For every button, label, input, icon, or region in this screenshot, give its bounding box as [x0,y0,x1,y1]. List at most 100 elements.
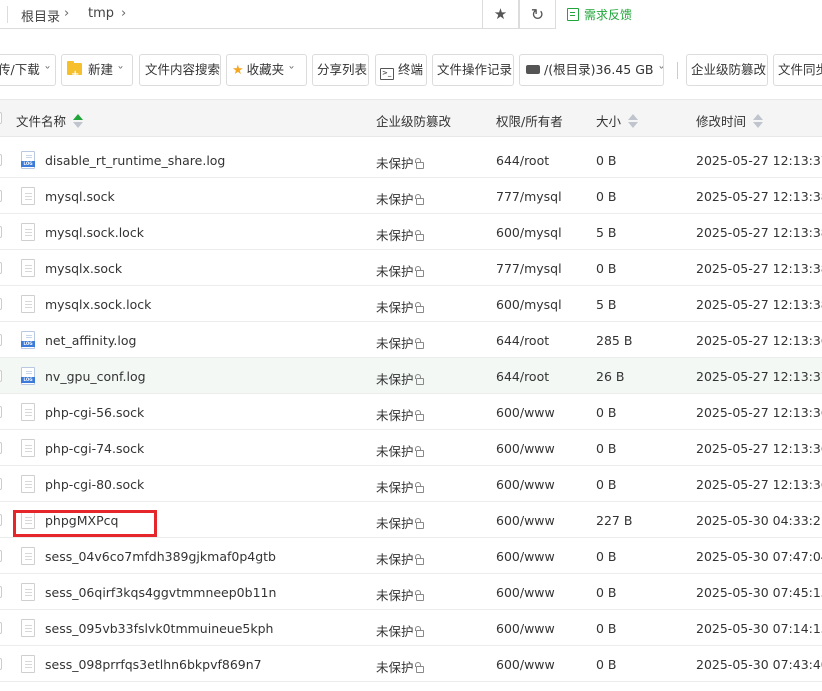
file-name[interactable]: php-cgi-80.sock [45,477,144,492]
path-box[interactable]: 根目录 › tmp › [0,0,483,29]
file-name[interactable]: sess_095vb33fslvk0tmmuineue5kph [45,621,273,636]
file-name[interactable]: nv_gpu_conf.log [45,369,146,384]
tamper-status[interactable]: 未保护 [376,549,424,568]
file-icon [21,187,35,205]
row-checkbox[interactable] [0,190,2,202]
row-checkbox[interactable] [0,514,2,526]
table-row[interactable]: php-cgi-74.sock 未保护 600/www 0 B 2025-05-27 1… [0,430,822,466]
disk-select-button[interactable]: /(根目录)36.45 GB ˅ [519,54,664,86]
lock-icon [414,194,424,205]
file-name[interactable]: mysqlx.sock.lock [45,297,151,312]
table-row[interactable]: mysqlx.sock 未保护 777/mysql 0 B 2025-05-27 12:… [0,250,822,286]
permission-owner[interactable]: 600/mysql [496,225,562,240]
modified-time: 2025-05-27 12:13:38 [696,225,822,240]
permission-owner[interactable]: 600/www [496,513,555,528]
file-name[interactable]: sess_06qirf3kqs4ggvtmmneep0b11n [45,585,276,600]
permission-owner[interactable]: 600/www [496,657,555,672]
permission-owner[interactable]: 600/www [496,405,555,420]
table-row[interactable]: LOG net_affinity.log 未保护 644/root 285 B 2025-… [0,322,822,358]
file-size: 0 B [596,585,617,600]
tamper-status[interactable]: 未保护 [376,369,424,388]
file-name[interactable]: sess_04v6co7mfdh389gjkmaf0p4gtb [45,549,276,564]
tamper-status[interactable]: 未保护 [376,297,424,316]
tamper-status-label: 未保护 [376,192,414,207]
tamper-status[interactable]: 未保护 [376,189,424,208]
share-list-button[interactable]: 分享列表 [312,54,369,86]
file-name[interactable]: php-cgi-74.sock [45,441,144,456]
row-checkbox[interactable] [0,550,2,562]
row-checkbox[interactable] [0,334,2,346]
breadcrumb-root[interactable]: 根目录 [21,6,60,25]
table-row[interactable]: LOG disable_rt_runtime_share.log 未保护 644/ro… [0,142,822,178]
permission-owner[interactable]: 600/www [496,477,555,492]
refresh-button[interactable]: ↻ [519,0,556,29]
file-icon [21,403,35,421]
upload-download-button[interactable]: 传/下载 ˅ [0,54,56,86]
new-button[interactable]: 新建˅ [61,54,133,86]
file-sync-button[interactable]: 文件同步 [773,54,822,86]
file-name[interactable]: mysql.sock.lock [45,225,144,240]
select-all-checkbox[interactable] [0,112,2,124]
row-checkbox[interactable] [0,586,2,598]
permission-owner[interactable]: 600/mysql [496,297,562,312]
column-mtime-header[interactable]: 修改时间 [696,111,764,130]
operation-log-button[interactable]: 文件操作记录 [432,54,514,86]
table-row[interactable]: sess_095vb33fslvk0tmmuineue5kph 未保护 600/ww… [0,610,822,646]
file-name[interactable]: net_affinity.log [45,333,136,348]
row-checkbox[interactable] [0,478,2,490]
permission-owner[interactable]: 600/www [496,621,555,636]
permission-owner[interactable]: 644/root [496,333,549,348]
row-checkbox[interactable] [0,370,2,382]
permission-owner[interactable]: 600/www [496,441,555,456]
table-row[interactable]: sess_04v6co7mfdh389gjkmaf0p4gtb 未保护 600/ww… [0,538,822,574]
tamper-status[interactable]: 未保护 [376,225,424,244]
row-checkbox[interactable] [0,622,2,634]
table-row[interactable]: php-cgi-56.sock 未保护 600/www 0 B 2025-05-27 1… [0,394,822,430]
tamper-status[interactable]: 未保护 [376,477,424,496]
feedback-link[interactable]: 需求反馈 [567,6,632,23]
table-row[interactable]: sess_06qirf3kqs4ggvtmmneep0b11n 未保护 600/ww… [0,574,822,610]
permission-owner[interactable]: 777/mysql [496,189,562,204]
table-row[interactable]: mysqlx.sock.lock 未保护 600/mysql 5 B 2025-05-2… [0,286,822,322]
file-name[interactable]: disable_rt_runtime_share.log [45,153,225,168]
favorites-button[interactable]: ★ 收藏夹 ˅ [226,54,307,86]
permission-owner[interactable]: 600/www [496,585,555,600]
row-checkbox[interactable] [0,298,2,310]
row-checkbox[interactable] [0,658,2,670]
tamper-status[interactable]: 未保护 [376,513,424,532]
file-name[interactable]: php-cgi-56.sock [45,405,144,420]
row-checkbox[interactable] [0,442,2,454]
file-name[interactable]: mysqlx.sock [45,261,122,276]
tamper-status[interactable]: 未保护 [376,405,424,424]
terminal-button[interactable]: >_ 终端 [375,54,427,86]
tamper-status[interactable]: 未保护 [376,621,424,640]
tamper-status[interactable]: 未保护 [376,657,424,676]
row-checkbox[interactable] [0,262,2,274]
row-checkbox[interactable] [0,154,2,166]
breadcrumb-tmp[interactable]: tmp [88,6,114,21]
column-size-header[interactable]: 大小 [596,111,639,130]
permission-owner[interactable]: 600/www [496,549,555,564]
permission-owner[interactable]: 644/root [496,153,549,168]
column-name-header[interactable]: 文件名称 [16,111,84,130]
table-row[interactable]: LOG nv_gpu_conf.log 未保护 644/root 26 B 2025-05… [0,358,822,394]
table-row[interactable]: mysql.sock 未保护 777/mysql 0 B 2025-05-27 12:1… [0,178,822,214]
content-search-button[interactable]: 文件内容搜索 [139,54,221,86]
tamper-status[interactable]: 未保护 [376,585,424,604]
file-name[interactable]: sess_098prrfqs3etlhn6bkpvf869n7 [45,657,262,672]
file-size: 26 B [596,369,625,384]
table-row[interactable]: php-cgi-80.sock 未保护 600/www 0 B 2025-05-27 1… [0,466,822,502]
tamper-status[interactable]: 未保护 [376,261,424,280]
row-checkbox[interactable] [0,406,2,418]
row-checkbox[interactable] [0,226,2,238]
table-row[interactable]: mysql.sock.lock 未保护 600/mysql 5 B 2025-05-27… [0,214,822,250]
favorite-star-button[interactable]: ★ [482,0,519,29]
tamper-status[interactable]: 未保护 [376,333,424,352]
permission-owner[interactable]: 644/root [496,369,549,384]
tamper-status[interactable]: 未保护 [376,441,424,460]
table-row[interactable]: sess_098prrfqs3etlhn6bkpvf869n7 未保护 600/ww… [0,646,822,682]
permission-owner[interactable]: 777/mysql [496,261,562,276]
tamper-proof-button[interactable]: 企业级防篡改 [686,54,768,86]
tamper-status[interactable]: 未保护 [376,153,424,172]
file-name[interactable]: mysql.sock [45,189,115,204]
